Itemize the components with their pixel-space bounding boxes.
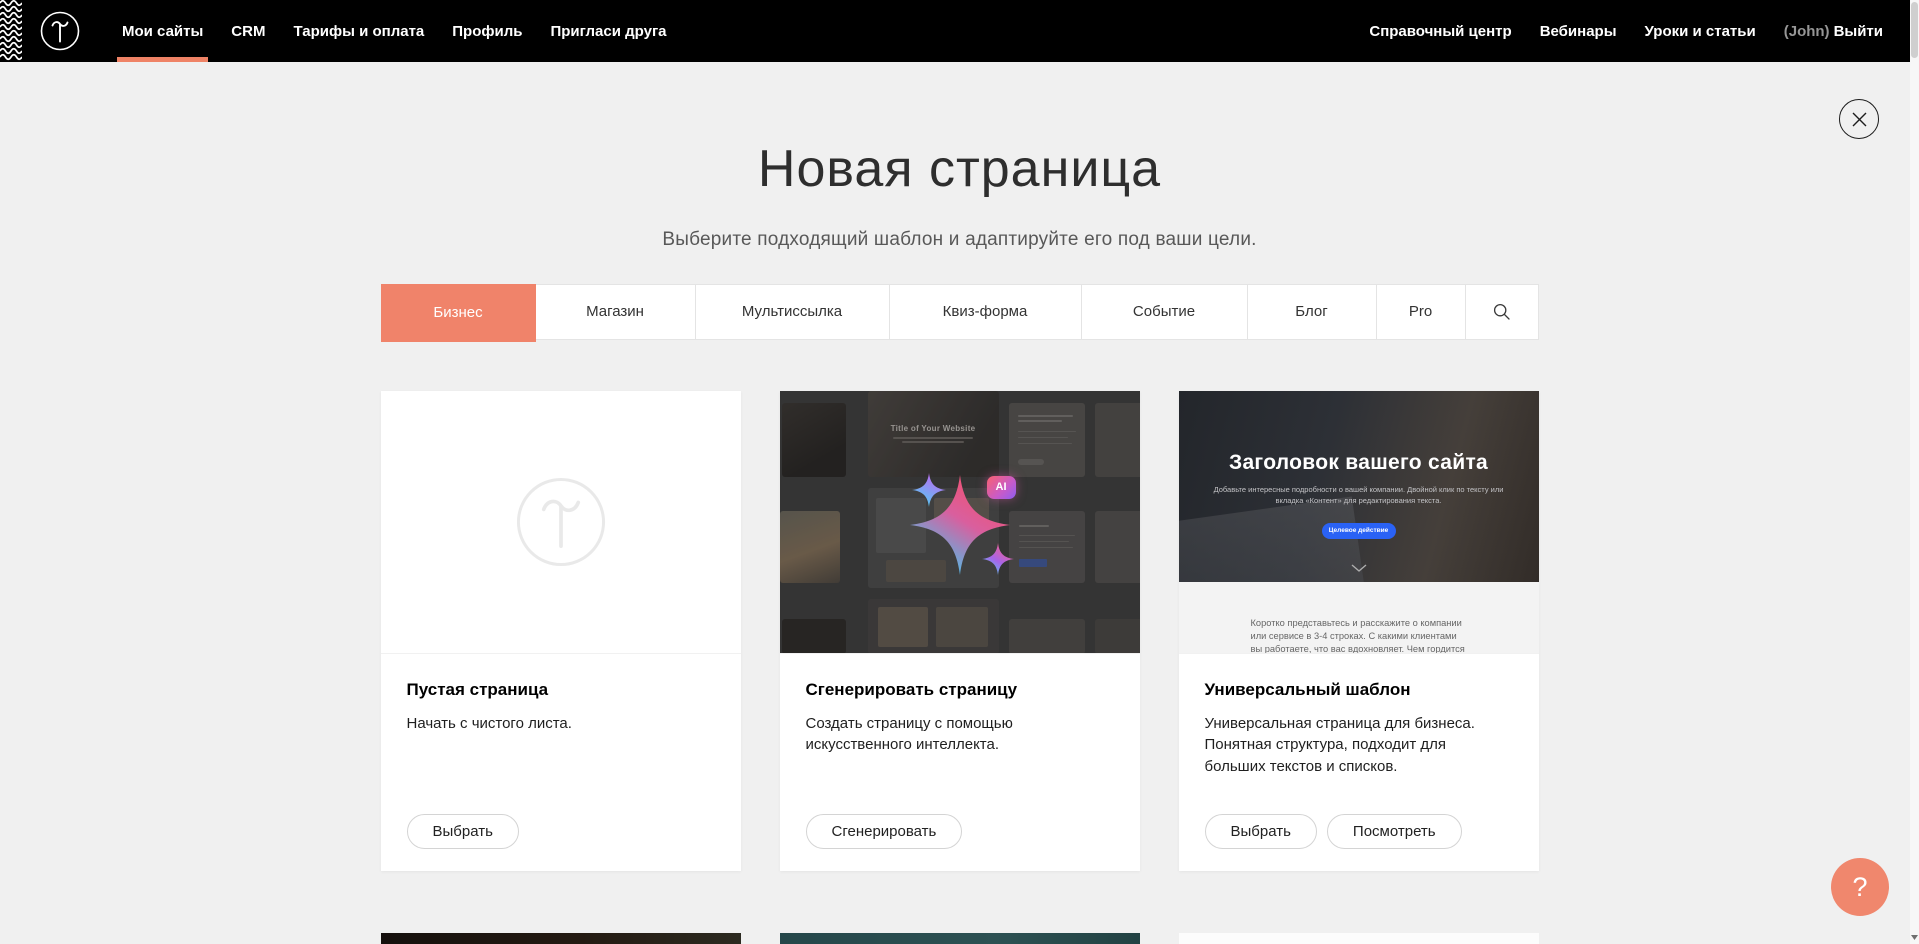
tab-multilink[interactable]: Мультиссылка	[696, 285, 890, 339]
nav-item-invite-friend[interactable]: Пригласи друга	[536, 0, 680, 62]
preview-subheading: Добавьте интересные подробности о вашей …	[1211, 484, 1506, 507]
scrollbar-thumb[interactable]	[1911, 2, 1918, 58]
tab-pro[interactable]: Pro	[1377, 285, 1466, 339]
ai-preview: Title of Your Website	[780, 391, 1140, 654]
nav-item-label: Вебинары	[1540, 23, 1617, 40]
nav-item-label: Справочный центр	[1369, 23, 1511, 40]
card-ai-generate: Title of Your Website	[780, 391, 1140, 871]
template-card-partial[interactable]	[780, 933, 1140, 944]
tab-label: Мультиссылка	[742, 303, 842, 320]
card-description: Начать с чистого листа.	[407, 713, 715, 735]
select-blank-button[interactable]: Выбрать	[407, 814, 519, 849]
user-name: (John)	[1770, 23, 1834, 40]
nav-item-label: Уроки и статьи	[1645, 23, 1756, 40]
triangle-down-icon	[1911, 935, 1918, 940]
tab-quiz-form[interactable]: Квиз-форма	[890, 285, 1082, 339]
next-cards-row-clipped	[381, 933, 1539, 944]
nav-item-help-center[interactable]: Справочный центр	[1355, 0, 1525, 62]
nav-item-label: Мои сайты	[122, 23, 203, 40]
card-universal-template: Заголовок вашего сайта Добавьте интересн…	[1179, 391, 1539, 871]
zigzag-pattern	[0, 0, 22, 62]
card-body: Сгенерировать страницу Создать страницу …	[780, 654, 1140, 871]
generate-button[interactable]: Сгенерировать	[806, 814, 963, 849]
card-buttons: Выбрать	[407, 814, 715, 849]
page-title: Новая страница	[0, 142, 1919, 197]
preview-cta-button: Целевое действие	[1322, 523, 1396, 539]
select-universal-button[interactable]: Выбрать	[1205, 814, 1317, 849]
top-navbar: Мои сайты CRM Тарифы и оплата Профиль Пр…	[0, 0, 1919, 62]
blank-page-preview	[381, 391, 741, 654]
chevron-down-icon	[1351, 564, 1367, 572]
tab-business[interactable]: Бизнес	[381, 284, 536, 342]
nav-item-my-sites[interactable]: Мои сайты	[108, 0, 217, 62]
card-body: Универсальный шаблон Универсальная стран…	[1179, 654, 1539, 871]
active-nav-underline	[117, 57, 208, 62]
nav-item-label: Пригласи друга	[550, 23, 666, 40]
nav-item-webinars[interactable]: Вебинары	[1526, 0, 1631, 62]
logout-link[interactable]: Выйти	[1834, 23, 1885, 40]
nav-item-lessons[interactable]: Уроки и статьи	[1631, 0, 1770, 62]
tab-label: Квиз-форма	[943, 303, 1028, 320]
tilda-logo-watermark-icon	[515, 476, 607, 568]
preview-text-section: Коротко представьтесь и расскажите о ком…	[1179, 582, 1539, 654]
preview-heading: Заголовок вашего сайта	[1229, 451, 1488, 475]
card-blank-page: Пустая страница Начать с чистого листа. …	[381, 391, 741, 871]
close-icon	[1850, 110, 1869, 129]
preview-universal-button[interactable]: Посмотреть	[1327, 814, 1462, 849]
tab-label: Событие	[1133, 303, 1195, 320]
card-title: Универсальный шаблон	[1205, 680, 1513, 700]
preview-body-text: Коротко представьтесь и расскажите о ком…	[1251, 617, 1467, 654]
tab-search[interactable]	[1466, 285, 1538, 339]
universal-preview: Заголовок вашего сайта Добавьте интересн…	[1179, 391, 1539, 654]
preview-hero: Заголовок вашего сайта Добавьте интересн…	[1179, 391, 1539, 582]
nav-item-crm[interactable]: CRM	[217, 0, 279, 62]
tilda-logo-icon[interactable]	[40, 11, 80, 51]
nav-item-label: Тарифы и оплата	[293, 23, 424, 40]
navbar-left-menu: Мои сайты CRM Тарифы и оплата Профиль Пр…	[108, 0, 681, 62]
card-title: Сгенерировать страницу	[806, 680, 1114, 700]
card-title: Пустая страница	[407, 680, 715, 700]
nav-item-label: Профиль	[452, 23, 522, 40]
tab-label: Магазин	[586, 303, 644, 320]
tab-label: Бизнес	[433, 304, 482, 321]
ai-sparkle-small-icon	[912, 473, 946, 507]
ai-sparkle-small-icon	[982, 543, 1014, 575]
template-cards-row: Пустая страница Начать с чистого листа. …	[381, 391, 1539, 871]
vertical-scrollbar[interactable]	[1910, 0, 1919, 944]
tab-label: Блог	[1295, 303, 1327, 320]
scrollbar-down-arrow[interactable]	[1910, 932, 1919, 942]
tab-label: Pro	[1409, 303, 1432, 320]
card-buttons: Выбрать Посмотреть	[1205, 814, 1513, 849]
tab-event[interactable]: Событие	[1082, 285, 1248, 339]
nav-item-label: CRM	[231, 23, 265, 40]
page-subtitle: Выберите подходящий шаблон и адаптируйте…	[0, 229, 1919, 251]
close-button[interactable]	[1839, 99, 1879, 139]
nav-item-tariffs[interactable]: Тарифы и оплата	[279, 0, 438, 62]
nav-item-profile[interactable]: Профиль	[438, 0, 536, 62]
card-description: Создать страницу с помощью искусственног…	[806, 713, 1021, 757]
template-card-partial[interactable]	[1179, 933, 1539, 944]
template-card-partial[interactable]	[381, 933, 741, 944]
card-body: Пустая страница Начать с чистого листа. …	[381, 654, 741, 871]
template-category-tabs: Бизнес Магазин Мультиссылка Квиз-форма С…	[381, 284, 1539, 340]
ai-badge: AI	[987, 476, 1016, 499]
navbar-right-menu: Справочный центр Вебинары Уроки и статьи…	[1355, 0, 1885, 62]
card-description: Универсальная страница для бизнеса. Поня…	[1205, 713, 1510, 778]
tab-blog[interactable]: Блог	[1248, 285, 1377, 339]
tab-shop[interactable]: Магазин	[536, 285, 696, 339]
search-icon	[1493, 303, 1511, 321]
card-buttons: Сгенерировать	[806, 814, 1114, 849]
help-button[interactable]: ?	[1831, 858, 1889, 916]
